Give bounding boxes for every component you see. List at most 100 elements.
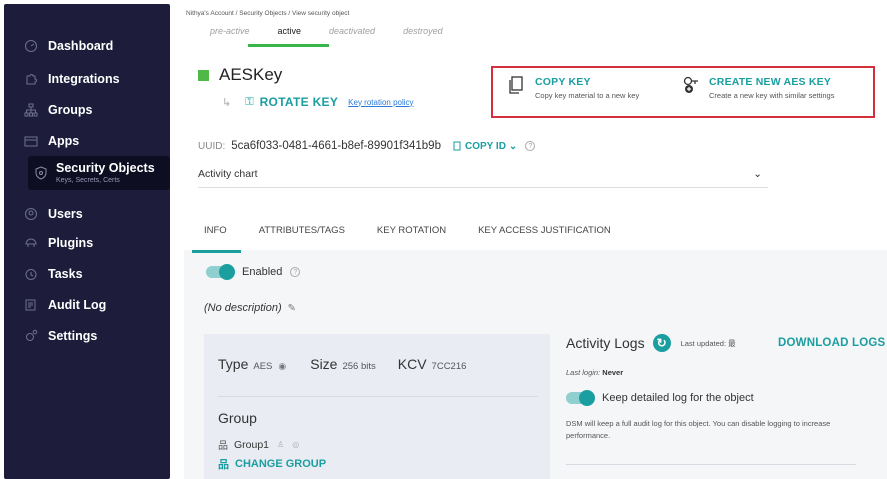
sidebar-item-settings[interactable]: Settings (4, 322, 170, 350)
copy-key-desc: Copy key material to a new key (535, 91, 640, 100)
last-login-value: Never (602, 368, 624, 377)
uuid-label: UUID: (198, 140, 226, 152)
activity-chart-dropdown[interactable]: Activity chart ⌄ (198, 160, 768, 188)
main-content: Nithya's Account / Security Objects / Vi… (170, 0, 887, 479)
refresh-icon[interactable]: ↻ (652, 334, 671, 352)
logging-note: DSM will keep a full audit log for this … (566, 419, 831, 440)
activity-chart-label: Activity chart (198, 167, 258, 180)
tab-destroyed[interactable]: destroyed (403, 26, 443, 36)
sidebar-item-label: Plugins (48, 236, 94, 250)
plugin-icon (24, 236, 38, 250)
help-icon[interactable]: ? (290, 267, 301, 277)
pencil-icon[interactable]: ✎ (288, 303, 296, 314)
key-rotation-policy-link[interactable]: Key rotation policy (348, 98, 413, 107)
sidebar-item-label: Dashboard (48, 39, 114, 53)
tab-key-rotation[interactable]: KEY ROTATION (377, 225, 446, 236)
group-heading: Group (218, 410, 257, 426)
uuid-row: UUID: 5ca6f033-0481-4661-b8ef-89901f341b… (198, 140, 536, 152)
tab-pre-active[interactable]: pre-active (210, 26, 250, 36)
enabled-label: Enabled (242, 266, 283, 278)
divider (218, 396, 538, 397)
sidebar-item-plugins[interactable]: Plugins (4, 229, 170, 257)
description-text: (No description) (204, 302, 282, 314)
last-login: Last login: Never (566, 368, 623, 377)
sidebar-item-groups[interactable]: Groups (4, 96, 170, 124)
sidebar-item-label: Settings (48, 329, 98, 343)
sidebar-item-label: Audit Log (48, 298, 107, 312)
kcv-value: 7CC216 (431, 361, 467, 372)
sidebar-item-label: Apps (48, 134, 80, 148)
sidebar-item-users[interactable]: Users (4, 200, 170, 228)
sidebar-item-security-objects[interactable]: Security Objects Keys, Secrets, Certs (28, 156, 170, 190)
user-icon (24, 207, 38, 221)
keep-log-label: Keep detailed log for the object (602, 392, 754, 404)
chevron-down-icon: ⌄ (508, 140, 518, 152)
kcv-label: KCV (397, 356, 427, 372)
keep-log-toggle[interactable] (566, 390, 595, 406)
size-value: 256 bits (342, 361, 376, 372)
copy-key-title: COPY KEY (535, 76, 591, 88)
sidebar-item-label: Users (48, 207, 83, 221)
hierarchy-edit-icon: 品 (218, 459, 229, 471)
type-value: AES (253, 361, 273, 372)
enabled-toggle[interactable] (206, 264, 235, 280)
sidebar-item-audit-log[interactable]: Audit Log (4, 291, 170, 319)
shield-icon (34, 166, 48, 180)
tab-key-access-justification[interactable]: KEY ACCESS JUSTIFICATION (478, 225, 611, 236)
key-properties-row: Type AES ◉ Size 256 bits KCV 7CC216 (218, 356, 488, 372)
activity-logs-section: Activity Logs ↻ Last updated: 最 DOWNLOAD… (566, 334, 887, 479)
type-label: Type (218, 356, 249, 372)
change-group-label: CHANGE GROUP (235, 458, 327, 470)
download-logs-button[interactable]: DOWNLOAD LOGS (778, 337, 885, 349)
breadcrumb[interactable]: Nithya's Account / Security Objects / Vi… (186, 10, 349, 17)
sidebar-item-dashboard[interactable]: Dashboard (4, 32, 170, 60)
object-title-row: AESKey (198, 65, 282, 85)
tab-active[interactable]: active (248, 26, 328, 47)
details-panel: INFO ATTRIBUTES/TAGS KEY ROTATION KEY AC… (184, 210, 887, 479)
copy-key-action[interactable]: COPY KEY Copy key material to a new key (509, 76, 639, 100)
state-tabs: pre-active active deactivated destroyed (210, 26, 471, 47)
enabled-row: Enabled ? (206, 264, 301, 280)
sidebar-item-apps[interactable]: Apps (4, 127, 170, 155)
details-tabs: INFO ATTRIBUTES/TAGS KEY ROTATION KEY AC… (184, 210, 887, 253)
copy-document-icon (509, 76, 525, 96)
audit-icon (24, 298, 38, 312)
info-circle-icon[interactable]: ◉ (278, 361, 286, 372)
last-login-label: Last login: (566, 368, 601, 377)
keep-log-row: Keep detailed log for the object (566, 390, 754, 406)
app-window-icon (24, 134, 38, 148)
users-icon: ♙ (277, 440, 285, 449)
uuid-value: 5ca6f033-0481-4661-b8ef-89901f341b9b (231, 140, 441, 152)
divider (566, 464, 856, 465)
chevron-down-icon: ⌄ (753, 167, 762, 180)
group-name[interactable]: Group1 (234, 439, 269, 451)
sidebar-item-integrations[interactable]: Integrations (4, 65, 170, 93)
key-info-card: Type AES ◉ Size 256 bits KCV 7CC216 Grou… (204, 334, 550, 479)
key-actions-box: COPY KEY Copy key material to a new key … (491, 66, 875, 118)
sidebar-item-label: Security Objects (56, 160, 155, 175)
create-key-title: CREATE NEW AES KEY (709, 76, 832, 88)
create-new-aes-key-action[interactable]: CREATE NEW AES KEY Create a new key with… (683, 76, 834, 100)
activity-logs-title: Activity Logs (566, 335, 645, 351)
key-rotate-icon: ⚿ (245, 95, 254, 108)
clock-icon (24, 267, 38, 281)
hierarchy-icon: 品 (218, 441, 228, 452)
add-key-icon (683, 76, 699, 96)
change-group-button[interactable]: 品 CHANGE GROUP (218, 456, 326, 472)
gear-icon (24, 329, 38, 343)
sidebar-item-label: Tasks (48, 267, 83, 281)
page-title: AESKey (219, 65, 283, 84)
tab-deactivated[interactable]: deactivated (329, 26, 375, 36)
sidebar-item-label: Integrations (48, 72, 120, 86)
rotate-key-button[interactable]: ROTATE KEY (260, 95, 339, 109)
last-updated-text: Last updated: 最 (680, 338, 736, 348)
tab-attributes-tags[interactable]: ATTRIBUTES/TAGS (259, 225, 345, 236)
copy-id-button[interactable]: COPY ID ⌄ (453, 141, 517, 152)
size-label: Size (310, 356, 338, 372)
sidebar-item-sublabel: Keys, Secrets, Certs (56, 176, 120, 184)
gauge-icon (24, 39, 38, 53)
help-icon[interactable]: ? (525, 141, 536, 151)
return-arrow-icon: ↳ (222, 96, 232, 109)
tab-info[interactable]: INFO (192, 225, 241, 253)
sidebar-item-tasks[interactable]: Tasks (4, 260, 170, 288)
